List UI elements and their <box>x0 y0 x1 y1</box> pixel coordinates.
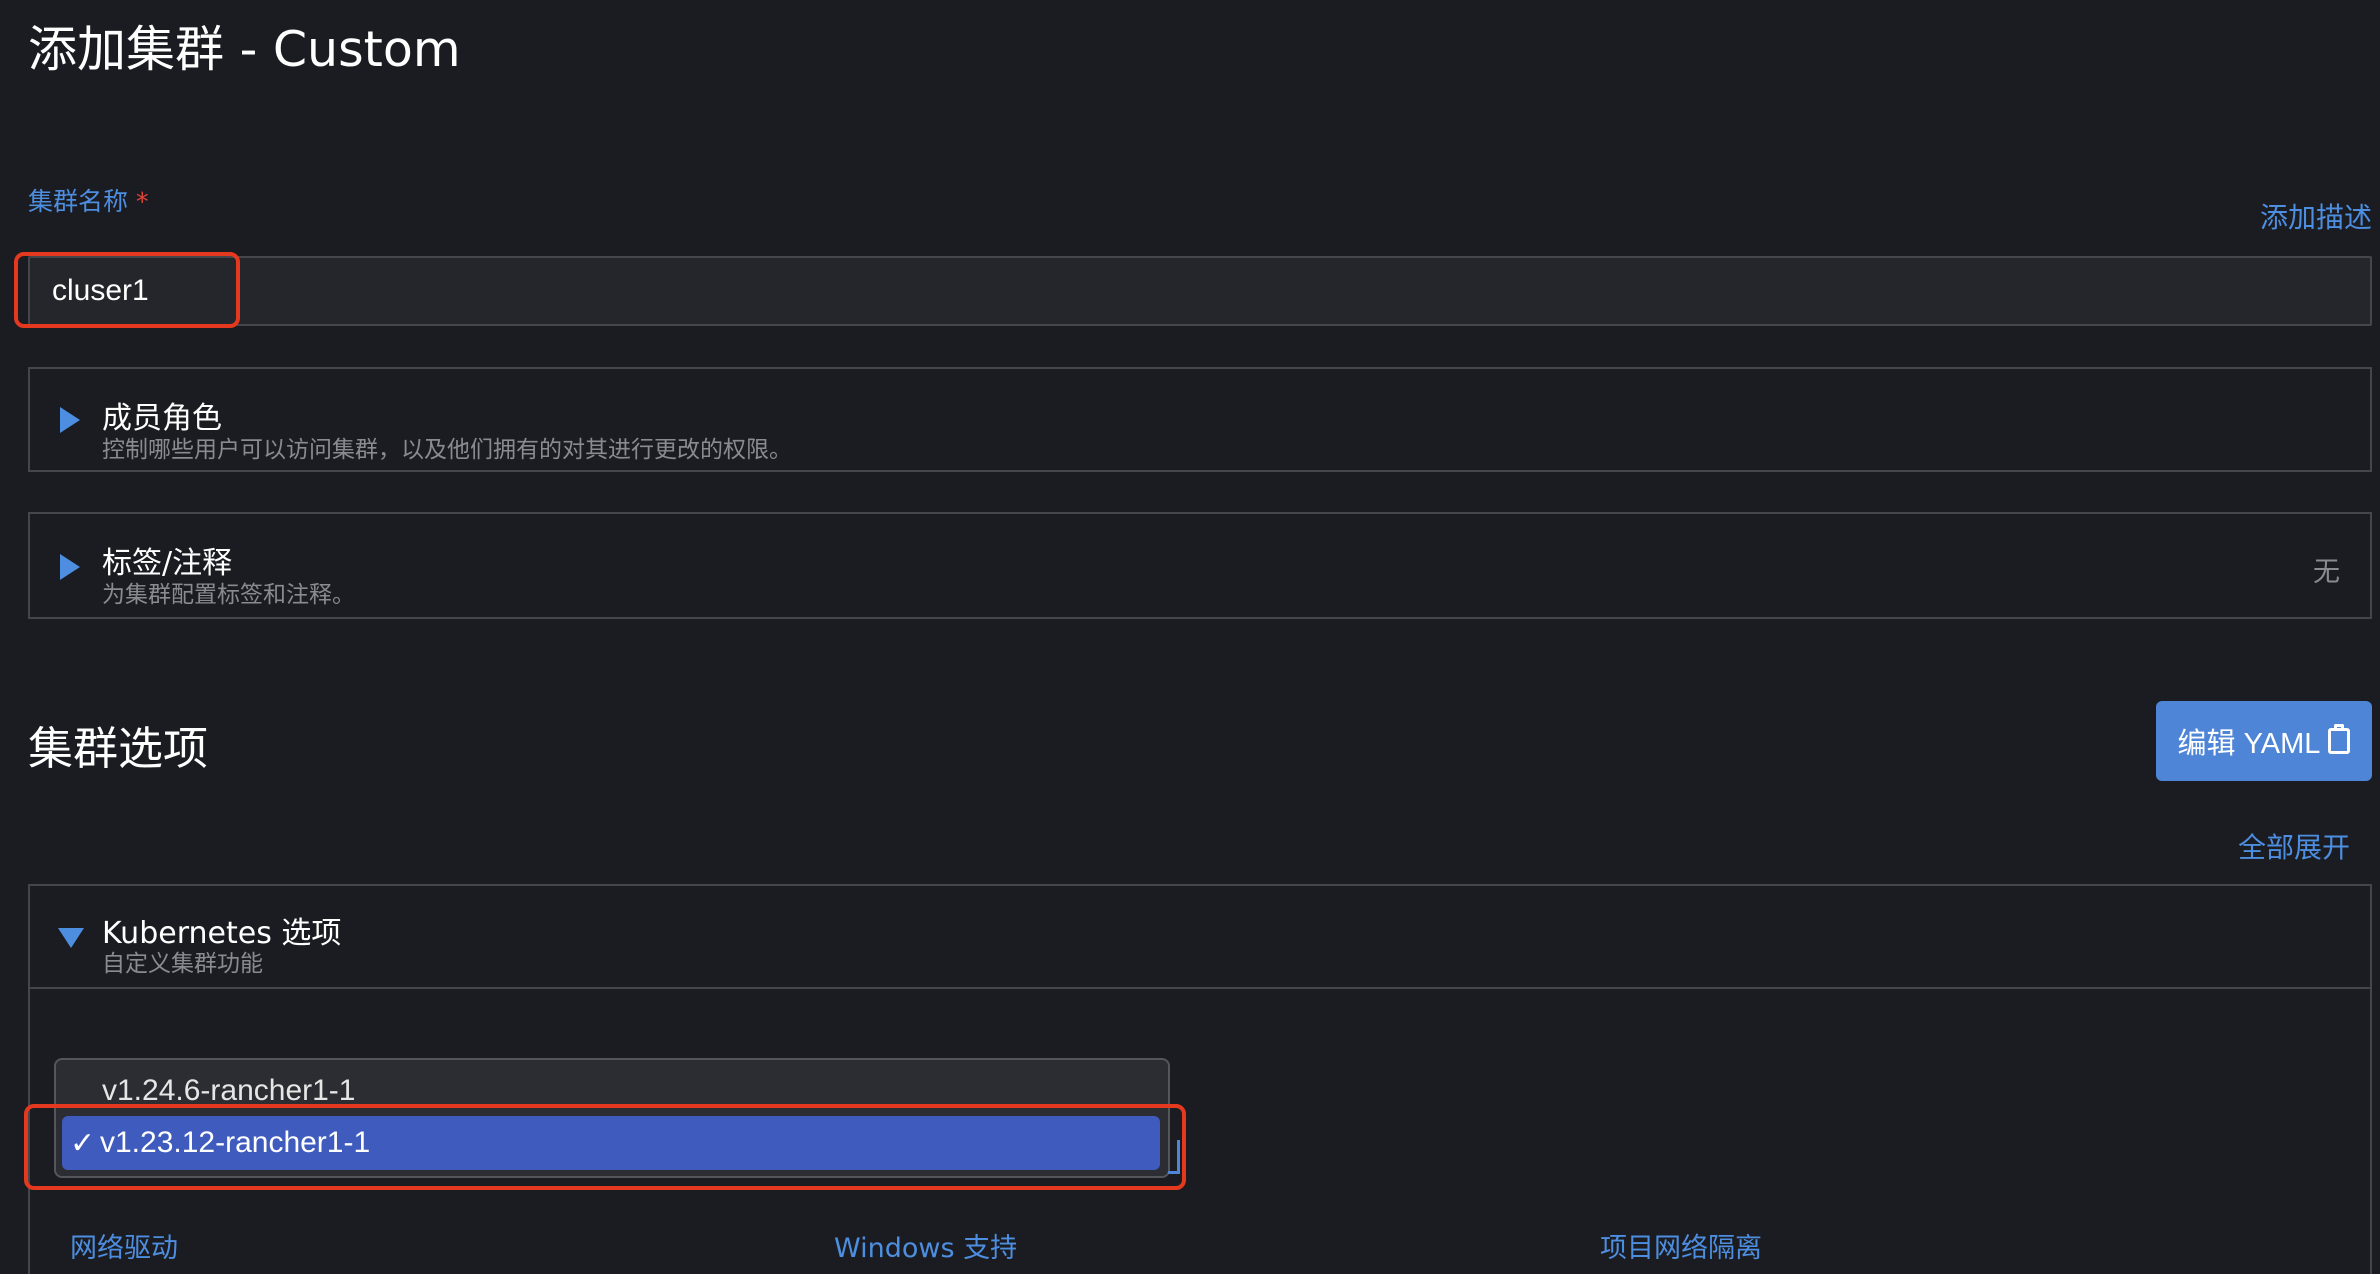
edit-yaml-label: 编辑 YAML <box>2177 728 2321 760</box>
expand-right-icon <box>60 554 80 580</box>
member-roles-subtitle: 控制哪些用户可以访问集群，以及他们拥有的对其进行更改的权限。 <box>102 437 792 463</box>
edit-yaml-button[interactable]: 编辑 YAML <box>2156 701 2372 781</box>
accordion-labels[interactable]: 标签/注释 为集群配置标签和注释。 无 <box>28 512 2372 619</box>
labels-status: 无 <box>2313 557 2340 588</box>
expand-all-link[interactable]: 全部展开 <box>2238 826 2350 866</box>
cluster-name-label-text: 集群名称 <box>28 187 129 216</box>
cluster-options-title: 集群选项 <box>28 722 209 775</box>
expand-right-icon <box>60 407 80 433</box>
kubernetes-subtitle: 自定义集群功能 <box>102 951 263 977</box>
kubernetes-header[interactable]: Kubernetes 选项 自定义集群功能 <box>30 886 2370 989</box>
expand-down-icon <box>58 928 84 948</box>
select-focus-edge <box>1168 1140 1180 1174</box>
version-option-selected-label: v1.23.12-rancher1-1 <box>100 1126 371 1159</box>
clipboard-icon <box>2328 724 2351 754</box>
cluster-name-label: 集群名称 * <box>28 182 149 218</box>
required-mark: * <box>136 187 149 216</box>
accordion-member-roles[interactable]: 成员角色 控制哪些用户可以访问集群，以及他们拥有的对其进行更改的权限。 <box>28 367 2372 472</box>
add-description-link[interactable]: 添加描述 <box>2260 196 2372 236</box>
cluster-name-input[interactable] <box>28 256 2372 326</box>
labels-subtitle: 为集群配置标签和注释。 <box>102 582 355 608</box>
page-title: 添加集群 - Custom <box>28 21 461 78</box>
windows-support-label: Windows 支持 <box>834 1233 1018 1264</box>
project-isolation-label: 项目网络隔离 <box>1600 1233 1762 1264</box>
version-option[interactable]: v1.24.6-rancher1-1 <box>102 1074 355 1108</box>
check-icon: ✓ <box>70 1126 96 1160</box>
network-driver-label: 网络驱动 <box>70 1233 178 1264</box>
version-option-selected[interactable]: ✓ v1.23.12-rancher1-1 <box>62 1116 1160 1170</box>
